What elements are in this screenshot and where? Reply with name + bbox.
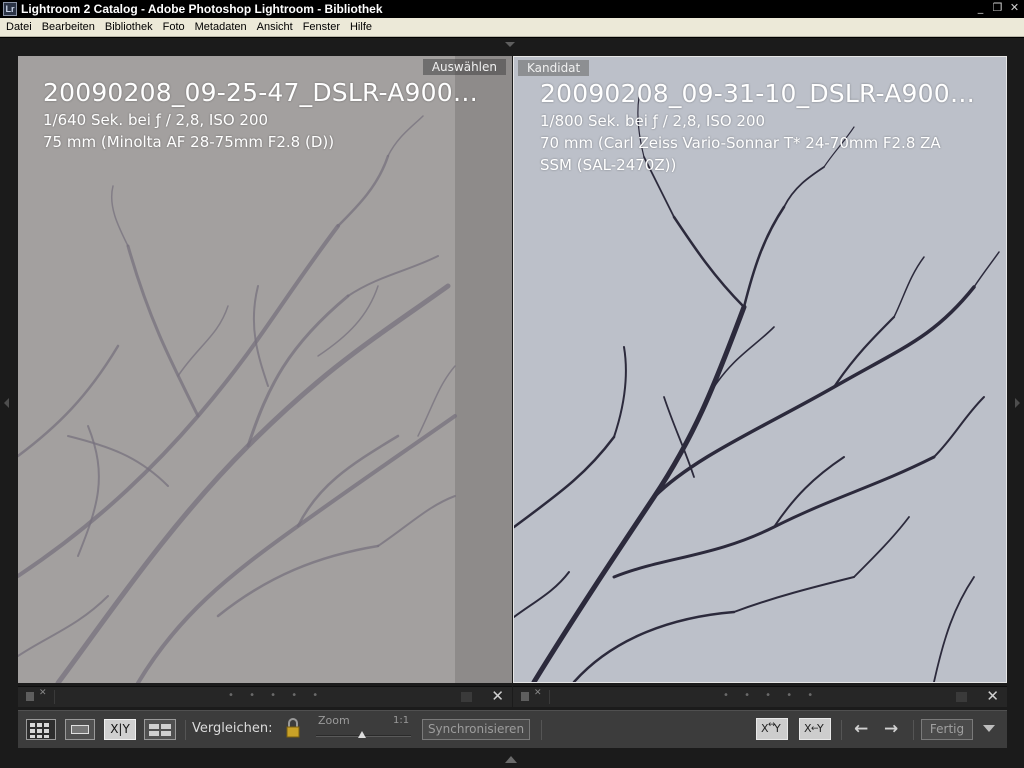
close-icon[interactable]: ✕: [1009, 1, 1020, 15]
select-photo-info: 20090208_09-25-47_DSLR-A900… 1/640 Sek. …: [43, 77, 478, 153]
color-label-icon[interactable]: [956, 692, 967, 702]
menu-fenster[interactable]: Fenster: [298, 18, 345, 37]
candidate-photo-panel[interactable]: Kandidat 20090208_09-31-10_DSLR-A900… 1/…: [513, 56, 1007, 683]
candidate-photo-info: 20090208_09-31-10_DSLR-A900… 1/800 Sek. …: [540, 78, 975, 176]
lock-icon[interactable]: [285, 717, 301, 739]
select-photo-panel[interactable]: Auswählen 20090208_09-25-47_DSLR-A900… 1…: [18, 56, 512, 683]
compare-view-button[interactable]: X|Y: [104, 719, 136, 740]
compare-toolbar: X|Y Vergleichen: Zoom 1:1 Synchronisiere…: [18, 710, 1007, 748]
menu-ansicht[interactable]: Ansicht: [252, 18, 298, 37]
menu-hilfe[interactable]: Hilfe: [345, 18, 377, 37]
grid-view-icon[interactable]: [26, 719, 56, 740]
select-exposure: 1/640 Sek. bei ƒ / 2,8, ISO 200: [43, 111, 269, 129]
color-label-icon[interactable]: [461, 692, 472, 702]
select-lens: 75 mm (Minolta AF 28-75mm F2.8 (D)): [43, 133, 335, 151]
swap-icon[interactable]: XY ↔: [756, 718, 788, 740]
next-photo-icon[interactable]: →: [884, 717, 898, 741]
divider: [54, 690, 55, 704]
divider: [541, 720, 542, 740]
candidate-badge: Kandidat: [518, 60, 590, 76]
synchronize-button[interactable]: Synchronisieren: [422, 719, 530, 740]
menu-bar: Datei Bearbeiten Bibliothek Foto Metadat…: [0, 18, 1024, 37]
lightroom-app-icon: Lr: [3, 2, 17, 16]
candidate-panel-footer: ✕ • • • • • ✕: [513, 686, 1007, 707]
restore-icon[interactable]: ❐: [992, 1, 1003, 15]
rating-stars[interactable]: • • • • •: [228, 689, 324, 703]
compare-view: Auswählen 20090208_09-25-47_DSLR-A900… 1…: [0, 38, 1024, 768]
select-filename: 20090208_09-25-47_DSLR-A900…: [43, 78, 479, 107]
toolbar-options-icon[interactable]: [983, 725, 995, 732]
divider: [841, 720, 842, 740]
menu-metadaten[interactable]: Metadaten: [190, 18, 252, 37]
candidate-lens-line2: SSM (SAL-2470Z)): [540, 156, 677, 174]
zoom-label: Zoom: [318, 714, 350, 727]
select-badge: Auswählen: [422, 59, 506, 75]
survey-view-icon[interactable]: [144, 719, 176, 740]
candidate-filename: 20090208_09-31-10_DSLR-A900…: [540, 79, 976, 108]
menu-foto[interactable]: Foto: [158, 18, 190, 37]
top-panel-toggle-icon[interactable]: [505, 42, 515, 47]
close-candidate-button[interactable]: ✕: [986, 687, 999, 706]
candidate-exposure: 1/800 Sek. bei ƒ / 2,8, ISO 200: [540, 112, 766, 130]
flag-icon[interactable]: [26, 692, 34, 701]
close-select-button[interactable]: ✕: [491, 687, 504, 706]
select-panel-footer: ✕ • • • • • ✕: [18, 686, 512, 707]
right-panel-toggle-icon[interactable]: [1015, 398, 1020, 408]
loupe-view-icon[interactable]: [65, 719, 95, 740]
minimize-icon[interactable]: _: [975, 1, 986, 15]
window-title: Lightroom 2 Catalog - Adobe Photoshop Li…: [21, 2, 383, 16]
rating-stars[interactable]: • • • • •: [723, 689, 819, 703]
done-button[interactable]: Fertig: [921, 719, 973, 740]
menu-bearbeiten[interactable]: Bearbeiten: [37, 18, 100, 37]
reject-flag-icon[interactable]: ✕: [534, 688, 542, 698]
make-select-icon[interactable]: XY ←: [799, 718, 831, 740]
compare-label: Vergleichen:: [192, 721, 273, 736]
flag-icon[interactable]: [521, 692, 529, 701]
candidate-lens-line1: 70 mm (Carl Zeiss Vario-Sonnar T* 24-70m…: [540, 134, 941, 152]
divider: [185, 720, 186, 740]
left-panel-toggle-icon[interactable]: [4, 398, 9, 408]
zoom-max-label: 1:1: [393, 715, 410, 726]
previous-photo-icon[interactable]: ←: [854, 717, 868, 741]
window-titlebar: Lr Lightroom 2 Catalog - Adobe Photoshop…: [0, 0, 1024, 18]
menu-bibliothek[interactable]: Bibliothek: [100, 18, 158, 37]
divider: [913, 720, 914, 740]
menu-datei[interactable]: Datei: [1, 18, 37, 37]
reject-flag-icon[interactable]: ✕: [39, 688, 47, 698]
filmstrip-toggle-icon[interactable]: [505, 756, 517, 763]
zoom-slider-thumb[interactable]: [357, 731, 366, 738]
divider: [549, 690, 550, 704]
